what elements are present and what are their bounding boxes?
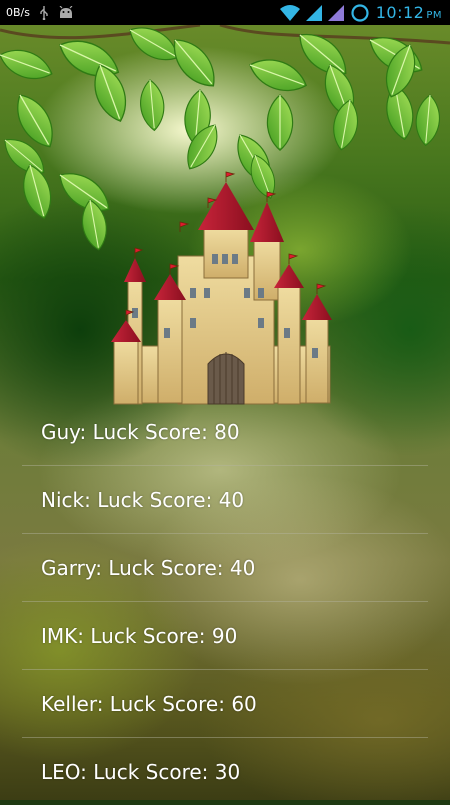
list-item[interactable]: Nick: Luck Score: 40	[0, 466, 450, 533]
signal-icon-2	[327, 4, 344, 21]
wifi-icon	[279, 4, 300, 21]
usb-icon	[38, 5, 50, 20]
score-text: Garry: Luck Score: 40	[41, 555, 256, 580]
list-item[interactable]: LEO: Luck Score: 30	[0, 738, 450, 805]
score-text: IMK: Luck Score: 90	[41, 623, 238, 648]
status-bar: 0B/s 10:12 PM	[0, 0, 450, 25]
sync-icon	[350, 3, 370, 23]
score-text: Nick: Luck Score: 40	[41, 487, 245, 512]
android-icon	[58, 5, 74, 20]
list-item[interactable]: Guy: Luck Score: 80	[0, 398, 450, 465]
list-item[interactable]: Keller: Luck Score: 60	[0, 670, 450, 737]
score-list: Guy: Luck Score: 80 Nick: Luck Score: 40…	[0, 398, 450, 805]
score-text: LEO: Luck Score: 30	[41, 759, 241, 784]
signal-icon	[305, 4, 322, 21]
list-item[interactable]: IMK: Luck Score: 90	[0, 602, 450, 669]
score-text: Keller: Luck Score: 60	[41, 691, 257, 716]
clock: 10:12 PM	[375, 3, 442, 22]
score-text: Guy: Luck Score: 80	[41, 419, 240, 444]
list-item[interactable]: Garry: Luck Score: 40	[0, 534, 450, 601]
castle-image	[111, 171, 332, 405]
net-speed: 0B/s	[6, 6, 30, 19]
